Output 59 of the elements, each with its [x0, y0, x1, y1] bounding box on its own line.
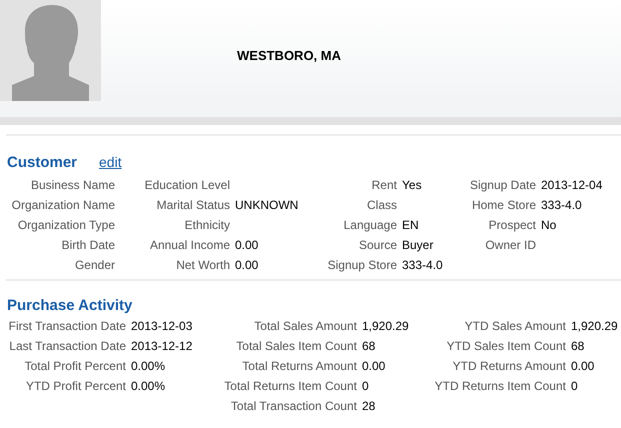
location-title: WESTBORO, MA — [237, 48, 341, 64]
field-label: Language — [342, 217, 398, 234]
field-label: Education Level — [144, 177, 231, 194]
field-value: No — [541, 217, 558, 234]
field-value: Buyer — [402, 237, 434, 254]
field-label: Class — [366, 197, 398, 214]
field-label: Last Transaction Date — [8, 338, 127, 355]
field-label: Home Store — [470, 197, 537, 214]
field-value: 68 — [362, 338, 376, 355]
field-label: YTD Sales Amount — [464, 318, 567, 335]
field-value: 0 — [362, 378, 370, 395]
field-label: Business Name — [30, 177, 116, 194]
field-label: Total Sales Item Count — [235, 338, 358, 355]
section-title: Purchase Activity — [7, 297, 132, 314]
field-value: Yes — [402, 177, 423, 194]
field-label: Ethnicity — [184, 217, 231, 234]
field-value: 2013-12-12 — [131, 338, 194, 355]
field-value: 0.00 — [362, 358, 386, 375]
field-value: 0.00 — [235, 257, 260, 274]
field-label: Marital Status — [156, 197, 231, 214]
edit-link[interactable]: edit — [99, 153, 122, 171]
field-value: 333-4.0 — [402, 257, 444, 274]
field-label: Rent — [370, 177, 398, 194]
field-value: 333-4.0 — [541, 197, 583, 214]
field-label: Organization Name — [10, 197, 116, 214]
field-value: 0.00 — [235, 237, 260, 254]
field-value: 68 — [571, 338, 586, 355]
field-label: Total Profit Percent — [24, 358, 127, 375]
field-value: 1,920.29 — [362, 318, 410, 335]
field-label: Prospect — [488, 217, 537, 234]
field-label: Owner ID — [484, 237, 537, 254]
field-label: Annual Income — [148, 237, 231, 254]
field-value: 28 — [362, 398, 376, 415]
field-label: Source — [358, 237, 398, 254]
section-title: Customer — [7, 154, 78, 172]
field-label: Net Worth — [175, 257, 231, 274]
field-label: Signup Store — [326, 257, 398, 274]
field-label: First Transaction Date — [8, 318, 127, 335]
field-value: 2013-12-03 — [131, 318, 194, 335]
field-value: 2013-12-04 — [541, 177, 604, 194]
field-value: 0.00 — [571, 358, 596, 375]
field-label: YTD Returns Amount — [452, 358, 567, 375]
field-label: Total Sales Amount — [253, 318, 358, 335]
field-label: Organization Type — [16, 217, 116, 234]
field-value: 0 — [571, 378, 579, 395]
field-label: Birth Date — [60, 237, 116, 254]
field-label: Signup Date — [468, 177, 537, 194]
field-label: Gender — [74, 257, 116, 274]
field-value: EN — [402, 217, 420, 234]
field-value: 0.00% — [131, 378, 166, 395]
field-label: YTD Returns Item Count — [434, 378, 567, 395]
field-label: YTD Profit Percent — [24, 378, 127, 395]
field-value: 0.00% — [131, 358, 166, 375]
field-label: Total Transaction Count — [230, 398, 358, 415]
field-label: YTD Sales Item Count — [446, 338, 567, 355]
field-value: UNKNOWN — [235, 197, 300, 214]
field-label: Total Returns Amount — [241, 358, 358, 375]
field-label: Total Returns Item Count — [223, 378, 358, 395]
field-value: 1,920.29 — [571, 318, 619, 335]
